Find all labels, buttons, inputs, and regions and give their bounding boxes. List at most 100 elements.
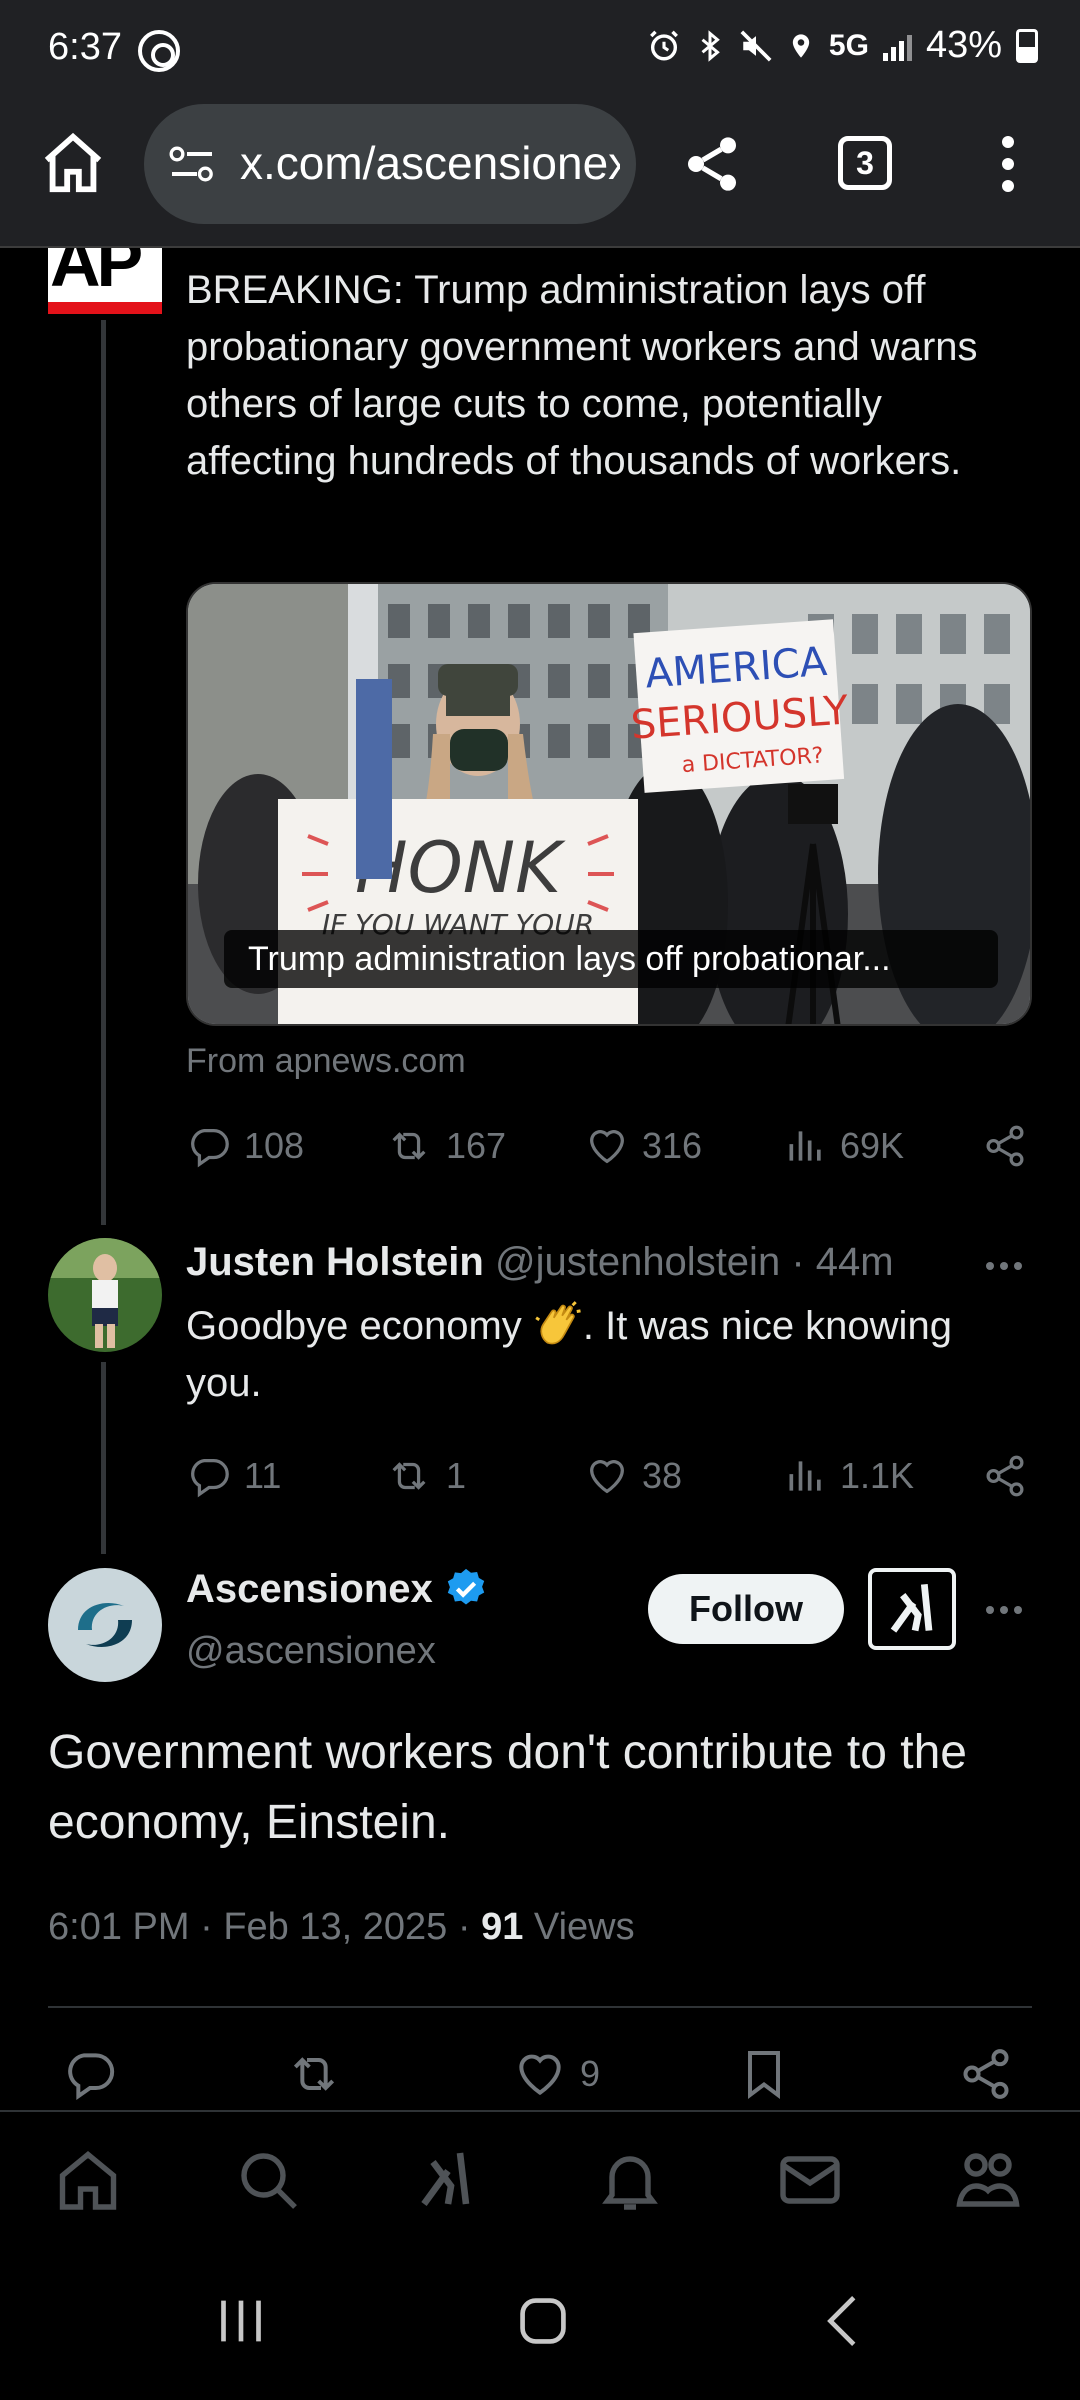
home-button-icon[interactable] <box>508 2286 578 2356</box>
location-icon <box>792 33 810 58</box>
views-button[interactable]: 1.1K <box>784 1446 914 1506</box>
network-type: 5G <box>828 28 869 62</box>
heart-icon <box>519 2054 561 2096</box>
reply-button[interactable]: 11 <box>186 1446 281 1506</box>
status-icons: 5G 43% <box>647 24 1038 67</box>
like-count: 316 <box>642 1125 703 1166</box>
like-button[interactable]: 316 <box>584 1116 702 1176</box>
like-button[interactable]: 9 <box>512 2044 600 2104</box>
reply-text: Goodbye economy . It was nice knowing yo… <box>186 1298 1036 1412</box>
handle[interactable]: @ascensionex <box>186 1630 436 1673</box>
post-actions: 9 <box>0 2044 1080 2104</box>
share-post-button[interactable] <box>982 1116 1028 1176</box>
link-source[interactable]: From apnews.com <box>186 1042 466 1081</box>
thread-line <box>101 320 106 1225</box>
reply-icon <box>68 2053 115 2100</box>
views-icon <box>789 1131 821 1161</box>
share-post-button[interactable] <box>982 1446 1028 1506</box>
signal-icon <box>882 31 912 61</box>
heart-icon <box>590 1460 624 1494</box>
views-count: 69K <box>840 1125 905 1166</box>
views-count: 91 <box>481 1906 524 1948</box>
notifications-icon[interactable] <box>594 2144 666 2216</box>
reply-button[interactable] <box>62 2044 118 2104</box>
post-text: Government workers don't contribute to t… <box>48 1726 967 1849</box>
alarm-icon <box>649 30 678 60</box>
battery-percent: 43% <box>925 24 1002 66</box>
threads-icon <box>138 30 180 72</box>
share-icon[interactable] <box>680 132 744 196</box>
heart-icon <box>590 1130 624 1164</box>
reply-header: Justen Holstein @justenholstein · 44m <box>186 1240 894 1285</box>
thread-line <box>101 1362 106 1554</box>
repost-count: 1 <box>446 1455 467 1496</box>
divider <box>48 2006 1032 2008</box>
bottom-nav <box>0 2110 1080 2246</box>
search-icon[interactable] <box>232 2144 304 2216</box>
repost-count: 167 <box>446 1125 507 1166</box>
reply-count: 11 <box>244 1455 282 1496</box>
more-options-icon[interactable] <box>986 1606 1022 1614</box>
post-timestamp: 6:01 PM · Feb 13, 2025 · 91 Views <box>48 1906 635 1948</box>
share-icon <box>963 2049 1009 2099</box>
post-actions: 108 167 316 69K <box>186 1116 1038 1176</box>
post-text: BREAKING: Trump administration lays off … <box>186 268 978 483</box>
more-options-icon[interactable] <box>986 1262 1022 1270</box>
display-name[interactable]: Justen Holstein <box>186 1240 484 1284</box>
like-count: 38 <box>642 1455 683 1496</box>
share-post-button[interactable] <box>958 2044 1014 2104</box>
reply-icon <box>191 1459 229 1498</box>
repost-icon <box>293 2057 335 2091</box>
mute-icon <box>740 30 772 61</box>
communities-icon[interactable] <box>952 2144 1024 2216</box>
more-vert-icon[interactable] <box>984 130 1032 198</box>
repost-button[interactable] <box>284 2044 344 2104</box>
bookmark-button[interactable] <box>736 2044 792 2104</box>
card-caption[interactable]: Trump administration lays off probationa… <box>224 930 998 988</box>
follow-button[interactable]: Follow <box>648 1574 844 1644</box>
repost-icon <box>392 1462 426 1490</box>
status-bar: 6:37 5G 43% <box>0 0 1080 100</box>
display-name[interactable]: Ascensionex <box>186 1567 433 1612</box>
tab-switcher-button[interactable]: 3 <box>838 136 892 190</box>
reply-icon <box>191 1129 229 1168</box>
address-bar[interactable]: x.com/ascensionex <box>144 104 636 224</box>
repost-button[interactable]: 167 <box>384 1116 506 1176</box>
share-icon <box>986 1455 1024 1497</box>
post-time[interactable]: 6:01 PM <box>48 1906 190 1948</box>
url-text[interactable]: x.com/ascensionex <box>240 136 620 190</box>
system-nav-bar <box>0 2246 1080 2400</box>
views-icon <box>789 1461 821 1491</box>
bluetooth-icon <box>701 29 720 62</box>
reply-button[interactable]: 108 <box>186 1116 304 1176</box>
grok-icon[interactable] <box>412 2144 484 2216</box>
site-settings-icon[interactable] <box>168 144 216 184</box>
clapping-hands-emoji <box>535 1301 581 1345</box>
browser-toolbar: x.com/ascensionex 3 <box>0 100 1080 248</box>
share-icon <box>986 1125 1024 1167</box>
grok-icon[interactable] <box>868 1568 956 1650</box>
messages-icon[interactable] <box>774 2144 846 2216</box>
post-time[interactable]: 44m <box>816 1240 894 1284</box>
back-icon[interactable] <box>810 2286 880 2356</box>
home-icon[interactable] <box>52 2144 124 2216</box>
repost-icon <box>392 1132 426 1160</box>
status-time: 6:37 <box>48 26 122 68</box>
like-button[interactable]: 38 <box>584 1446 682 1506</box>
views-button[interactable]: 69K <box>784 1116 904 1176</box>
link-card[interactable]: HONK IF YOU WANT YOUR AMERICA SERIOUSLY … <box>186 582 1032 1026</box>
bookmark-icon <box>748 2051 780 2099</box>
handle[interactable]: @justenholstein <box>495 1240 780 1284</box>
author-name-row: Ascensionex <box>186 1566 489 1612</box>
reply-actions: 11 1 38 1.1K <box>186 1446 1038 1506</box>
verified-badge-icon <box>447 1568 484 1605</box>
like-count: 9 <box>580 2053 601 2094</box>
avatar[interactable] <box>48 1568 162 1682</box>
avatar[interactable] <box>48 1238 162 1352</box>
repost-button[interactable]: 1 <box>384 1446 466 1506</box>
post-date[interactable]: Feb 13, 2025 <box>223 1906 447 1948</box>
ap-logo[interactable]: AP <box>48 248 162 314</box>
views-count: 1.1K <box>840 1455 915 1496</box>
recent-apps-icon[interactable] <box>206 2286 276 2356</box>
home-icon[interactable] <box>38 128 108 198</box>
